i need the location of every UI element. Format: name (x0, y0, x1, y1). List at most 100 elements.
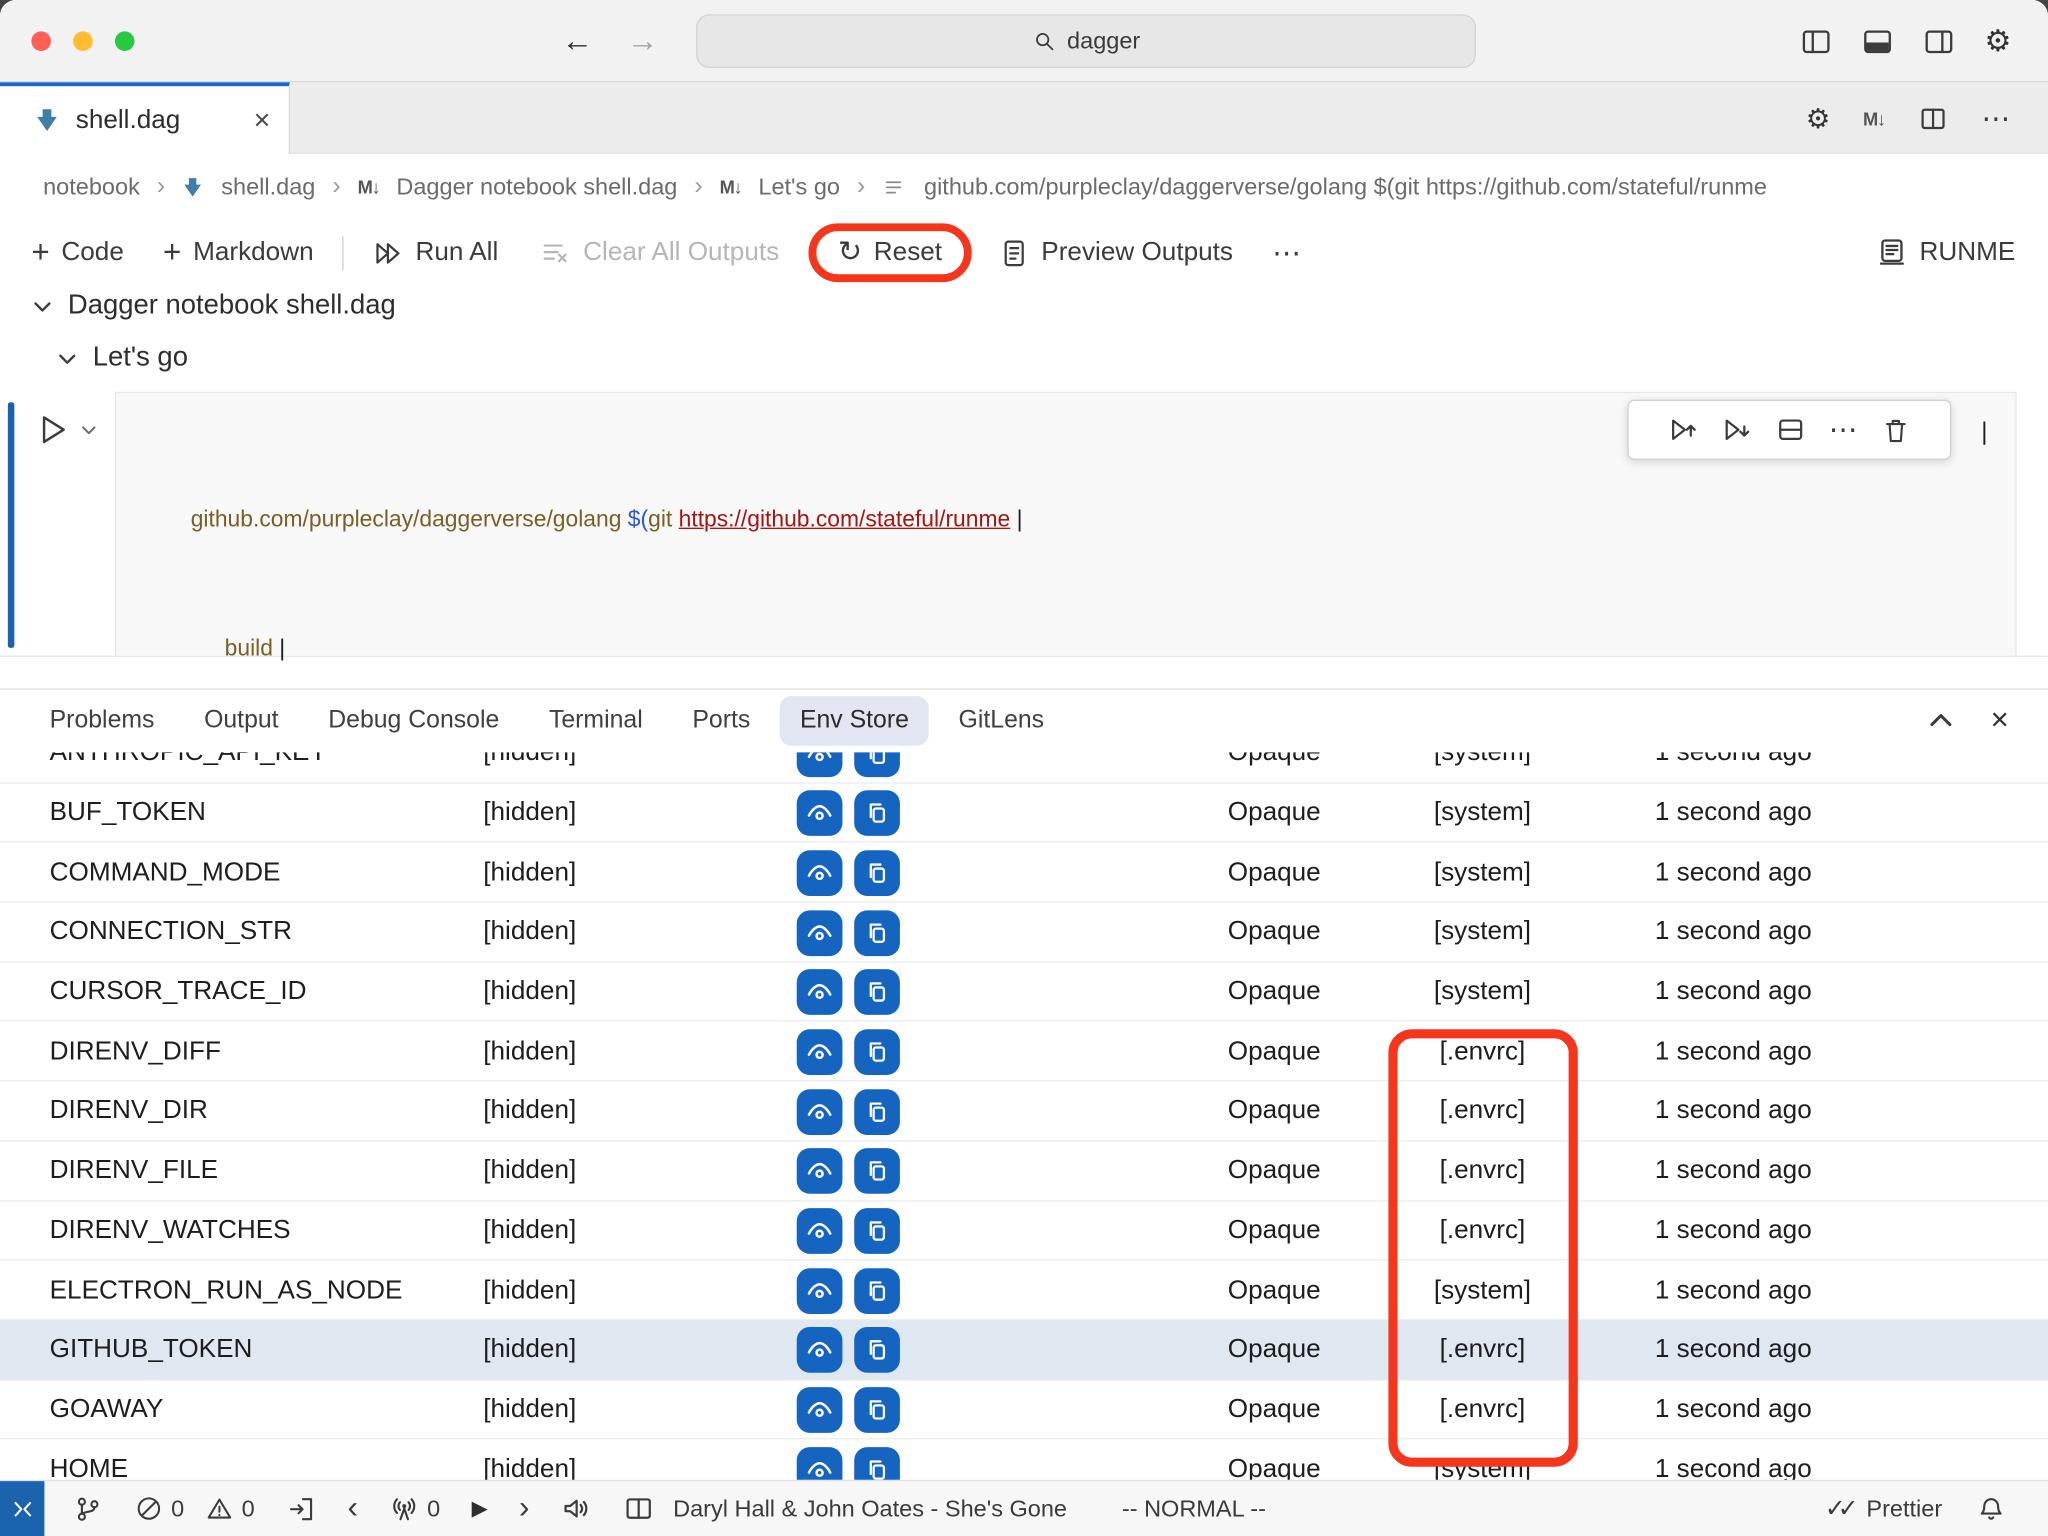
copy-value-button[interactable] (854, 1328, 900, 1374)
toolbar-more-actions-icon[interactable]: ⋯ (1272, 236, 1302, 270)
copy-value-button[interactable] (854, 1387, 900, 1433)
play-icon[interactable]: ▶ (472, 1496, 488, 1522)
run-cell-button[interactable] (33, 410, 72, 449)
split-cell-icon[interactable] (1775, 414, 1806, 445)
panel-tab-debug-console[interactable]: Debug Console (328, 707, 499, 736)
layout-sidebar-right-icon[interactable] (1923, 25, 1956, 58)
reveal-eye-button[interactable] (797, 1268, 843, 1314)
clear-all-outputs-button[interactable]: Clear All Outputs (540, 237, 779, 268)
reveal-eye-button[interactable] (797, 1447, 843, 1481)
panel-tab-output[interactable]: Output (204, 707, 279, 736)
editor-more-actions-icon[interactable]: ⋯ (1981, 101, 2011, 135)
table-row[interactable]: BUF_TOKEN[hidden]Opaque[system]1 second … (0, 783, 2048, 843)
panel-collapse-chevron-up-icon[interactable] (1927, 707, 1956, 736)
breadcrumb-item[interactable]: Let's go (758, 173, 840, 200)
back-icon[interactable]: ← (562, 23, 593, 60)
markdown-sort-icon[interactable]: M↓ (1863, 108, 1885, 129)
breadcrumb-item[interactable]: Dagger notebook shell.dag (396, 173, 677, 200)
cell-editor[interactable]: github.com/purpleclay/daggerverse/golang… (115, 392, 2017, 657)
reset-icon[interactable]: ↻ (838, 236, 862, 269)
minimize-window-button[interactable] (73, 31, 93, 51)
run-below-icon[interactable] (1721, 414, 1752, 445)
table-row[interactable]: HOME[hidden]Opaque[system]1 second ago (0, 1440, 2048, 1481)
code-link[interactable]: https://github.com/stateful/runme (679, 505, 1011, 531)
reveal-eye-button[interactable] (797, 1387, 843, 1433)
vim-mode-indicator[interactable]: -- NORMAL -- (1122, 1495, 1266, 1522)
reveal-eye-button[interactable] (797, 1148, 843, 1194)
add-code-cell-button[interactable]: + Code (31, 234, 124, 271)
reveal-eye-button[interactable] (797, 969, 843, 1015)
maximize-window-button[interactable] (115, 31, 135, 51)
copy-value-button[interactable] (854, 790, 900, 836)
reveal-eye-button[interactable] (797, 1208, 843, 1254)
breadcrumb-item[interactable]: notebook (43, 173, 140, 200)
forward-icon[interactable]: → (627, 23, 658, 60)
copy-value-button[interactable] (854, 969, 900, 1015)
table-row[interactable]: ANTHROPIC_API_KEY[hidden]Opaque[system]1… (0, 752, 2048, 783)
reveal-eye-button[interactable] (797, 1029, 843, 1075)
copy-value-button[interactable] (854, 910, 900, 956)
table-row[interactable]: CONNECTION_STR[hidden]Opaque[system]1 se… (0, 903, 2048, 963)
tab-shell-dag[interactable]: shell.dag × (0, 82, 290, 154)
notebook-section-header[interactable]: Dagger notebook shell.dag (31, 290, 395, 321)
reveal-eye-button[interactable] (797, 790, 843, 836)
panel-close-icon[interactable]: × (1991, 703, 2009, 740)
reset-button[interactable]: Reset (874, 238, 942, 268)
notebook-settings-gear-icon[interactable]: ⚙ (1806, 103, 1831, 134)
copy-value-button[interactable] (854, 1029, 900, 1075)
run-options-chevron-icon[interactable] (80, 421, 98, 439)
delete-cell-trash-icon[interactable] (1881, 415, 1911, 445)
table-row[interactable]: COMMAND_MODE[hidden]Opaque[system]1 seco… (0, 843, 2048, 903)
reveal-eye-button[interactable] (797, 910, 843, 956)
copy-value-button[interactable] (854, 1089, 900, 1135)
commit-graph-icon[interactable] (73, 1494, 103, 1524)
reveal-eye-button[interactable] (797, 752, 843, 776)
breadcrumb-item[interactable]: github.com/purpleclay/daggerverse/golang… (924, 173, 1767, 200)
prettier-status[interactable]: ✓✓ Prettier (1825, 1494, 1942, 1524)
reveal-eye-button[interactable] (797, 1328, 843, 1374)
chevron-right-icon[interactable]: › (519, 1490, 529, 1527)
copy-value-button[interactable] (854, 1268, 900, 1314)
exit-door-icon[interactable] (286, 1494, 316, 1524)
copy-value-button[interactable] (854, 752, 900, 776)
speaker-icon[interactable] (561, 1493, 592, 1524)
table-row[interactable]: GITHUB_TOKEN[hidden]Opaque[.envrc]1 seco… (0, 1320, 2048, 1380)
preview-outputs-button[interactable]: Preview Outputs (998, 237, 1233, 268)
table-row[interactable]: CURSOR_TRACE_ID[hidden]Opaque[system]1 s… (0, 962, 2048, 1022)
chevron-left-icon[interactable]: ‹ (347, 1490, 357, 1527)
table-row[interactable]: DIRENV_FILE[hidden]Opaque[.envrc]1 secon… (0, 1141, 2048, 1201)
remote-indicator[interactable] (0, 1480, 44, 1536)
table-row[interactable]: DIRENV_WATCHES[hidden]Opaque[.envrc]1 se… (0, 1201, 2048, 1261)
problems-indicator[interactable]: 0 0 (135, 1494, 255, 1523)
settings-gear-icon[interactable]: ⚙ (1984, 24, 2011, 58)
broadcast-indicator[interactable]: 0 (389, 1494, 440, 1524)
book-icon[interactable] (623, 1493, 654, 1524)
copy-value-button[interactable] (854, 1447, 900, 1481)
add-markdown-cell-button[interactable]: + Markdown (163, 234, 314, 271)
run-all-button[interactable]: Run All (372, 237, 498, 268)
layout-sidebar-left-icon[interactable] (1800, 25, 1833, 58)
panel-tab-gitlens[interactable]: GitLens (959, 707, 1045, 736)
panel-tab-terminal[interactable]: Terminal (549, 707, 643, 736)
table-row[interactable]: DIRENV_DIR[hidden]Opaque[.envrc]1 second… (0, 1082, 2048, 1142)
reveal-eye-button[interactable] (797, 850, 843, 896)
tab-close-icon[interactable]: × (254, 103, 271, 137)
panel-tab-problems[interactable]: Problems (50, 707, 155, 736)
run-above-icon[interactable] (1668, 414, 1699, 445)
runme-button[interactable]: RUNME (1875, 236, 2015, 269)
notebook-subsection-header[interactable]: Let's go (56, 342, 188, 373)
copy-value-button[interactable] (854, 1208, 900, 1254)
breadcrumb-item[interactable]: shell.dag (221, 173, 315, 200)
layout-panel-icon[interactable] (1862, 25, 1895, 58)
now-playing-status[interactable]: Daryl Hall & John Oates - She's Gone (673, 1495, 1067, 1522)
command-center-search[interactable]: dagger (696, 14, 1476, 68)
close-window-button[interactable] (31, 31, 51, 51)
table-row[interactable]: ELECTRON_RUN_AS_NODE[hidden]Opaque[syste… (0, 1261, 2048, 1321)
table-row[interactable]: GOAWAY[hidden]Opaque[.envrc]1 second ago (0, 1380, 2048, 1440)
panel-tab-env-store[interactable]: Env Store (780, 696, 928, 746)
panel-tab-ports[interactable]: Ports (692, 707, 750, 736)
split-editor-icon[interactable] (1917, 103, 1948, 134)
notifications-bell-icon[interactable] (1976, 1494, 2006, 1524)
reveal-eye-button[interactable] (797, 1089, 843, 1135)
copy-value-button[interactable] (854, 1148, 900, 1194)
